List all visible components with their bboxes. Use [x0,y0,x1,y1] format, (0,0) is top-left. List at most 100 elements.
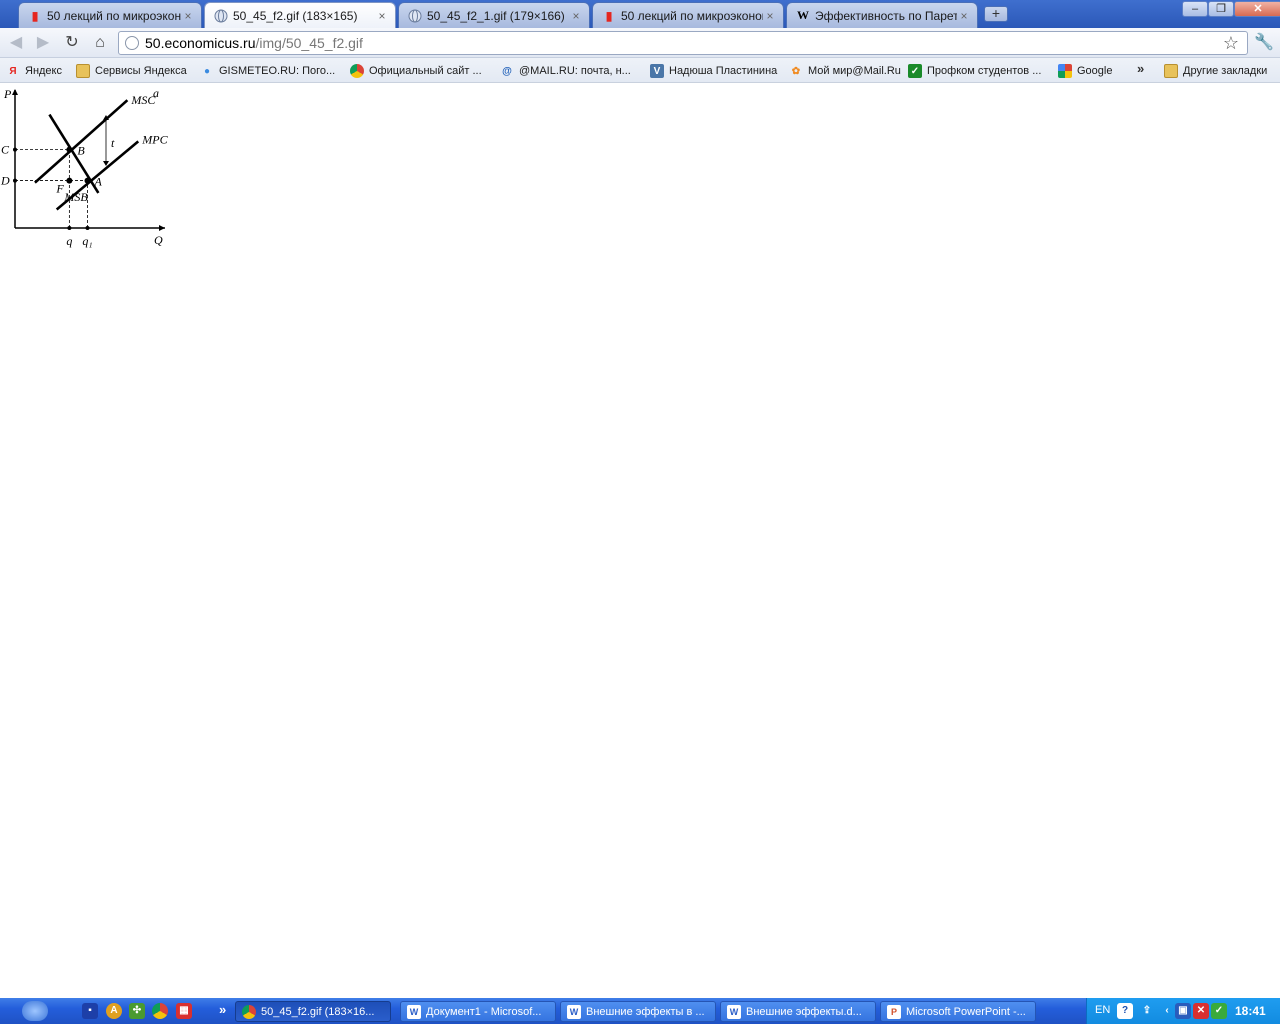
google-icon [1058,64,1072,78]
point-label-a: A [94,175,103,189]
calendar-icon[interactable]: ▦ [176,1003,192,1019]
tab-pareto[interactable]: W Эффективность по Парето - × [786,2,978,28]
chart-axes [12,89,165,231]
bookmark-label: Google [1077,65,1113,77]
close-window-button[interactable]: ✕ [1234,1,1280,17]
task-word-document1[interactable]: W Документ1 - Microsof... [400,1001,556,1022]
chrome-icon [350,64,364,78]
tab-lectures-2[interactable]: ▮ 50 лекций по микроэкономик × [592,2,784,28]
bookmark-label: Официальный сайт ... [369,65,482,77]
system-tray: EN ? ⇪ ‹ ▣ ✕ ✓ 18:41 [1086,998,1280,1024]
bookmark-google[interactable]: Google [1058,62,1112,80]
word-icon: W [727,1004,741,1019]
bookmark-label: @MAIL.RU: почта, н... [519,65,631,77]
tab-image-2[interactable]: 50_45_f2_1.gif (179×166) × [398,2,590,28]
y-axis-arrow [12,89,18,95]
minimize-button[interactable]: – [1182,1,1208,17]
save-disk-icon[interactable]: ▪ [82,1003,98,1019]
url-path: /img/50_45_f2.gif [255,35,363,51]
task-label: Внешние эффекты в ... [586,1005,705,1018]
back-arrow-icon[interactable]: ◀ [5,32,27,54]
task-label: Документ1 - Microsof... [426,1005,542,1018]
bookmarks-bar: Я Яндекс Сервисы Яндекса ● GISMETEO.RU: По… [0,58,1280,83]
browser-toolbar: ◀ ▶ ↻ ⌂ 50.economicus.ru/img/50_45_f2.gi… [0,28,1280,58]
forward-arrow-icon[interactable]: ▶ [32,32,54,54]
y-tick-label-1: D [0,174,10,188]
chart-points [13,146,91,230]
maximize-button[interactable]: ❐ [1208,1,1234,17]
network-monitor-icon[interactable]: ▣ [1175,1003,1191,1019]
bookmark-label: Надюша Пластинина [669,65,778,77]
x-tick-dot-1 [85,226,90,230]
y-axis-label: P [3,87,12,101]
warning-icon[interactable]: A [106,1003,122,1019]
tab-close-icon[interactable]: × [569,9,583,23]
bookmark-label: Сервисы Яндекса [95,65,187,77]
tab-close-icon[interactable]: × [375,9,389,23]
vkontakte-icon: V [650,64,664,78]
chrome-icon[interactable] [152,1003,168,1019]
quick-launch-overflow-icon[interactable]: » [219,1002,226,1017]
url-host: 50.economicus.ru [145,35,256,51]
tab-current-image[interactable]: 50_45_f2.gif (183×165) × [204,2,396,28]
tab-title: 50 лекций по микроэкономик [47,8,181,23]
task-powerpoint[interactable]: P Microsoft PowerPoint -... [880,1001,1036,1022]
antivirus-icon[interactable]: ✕ [1193,1003,1209,1019]
tab-title: 50 лекций по микроэкономик [621,8,763,23]
page-info-icon[interactable] [125,36,139,50]
series-label-mpc: MPC [141,132,168,146]
mail-ru-icon: @ [502,65,512,77]
point-label-b: B [77,144,85,158]
new-tab-button[interactable]: + [984,6,1008,22]
wikipedia-icon: W [797,8,809,22]
task-word-externalities[interactable]: W Внешние эффекты в ... [560,1001,716,1022]
wrench-menu-icon[interactable]: 🔧 [1254,32,1274,54]
bookmark-moy-mir[interactable]: ✿ Мой мир@Mail.Ru [789,62,901,80]
tab-title: Эффективность по Парето - [815,8,957,23]
taskbar: ▪ A ✣ ▦ » 50_45_f2.gif (183×16... W Докум… [0,998,1280,1024]
help-icon[interactable]: ? [1117,1003,1133,1019]
shield-check-icon[interactable]: ✓ [1211,1003,1227,1019]
bookmark-label: GISMETEO.RU: Пого... [219,65,336,77]
folder-icon [76,64,90,78]
tab-close-icon[interactable]: × [763,9,777,23]
bookmark-star-icon[interactable]: ☆ [1223,33,1239,54]
language-indicator[interactable]: EN [1095,1004,1110,1016]
start-button[interactable] [22,1001,48,1021]
bookmark-profkom[interactable]: ✓ Профком студентов ... [908,62,1041,80]
tab-strip: ▮ 50 лекций по микроэкономик × 50_45_f2.… [0,0,1280,28]
globe-icon [213,8,229,24]
point-f [66,177,73,184]
bookmark-vk-profile[interactable]: V Надюша Пластинина [650,62,777,80]
yandex-icon: Я [9,65,17,77]
home-icon[interactable]: ⌂ [89,32,111,54]
bookmark-official-site[interactable]: Официальный сайт ... [350,62,482,80]
tray-chevron-icon[interactable]: ‹ [1159,1003,1175,1019]
tab-close-icon[interactable]: × [957,9,971,23]
reload-icon[interactable]: ↻ [61,32,83,54]
word-icon: W [567,1004,581,1019]
bookmark-yandex[interactable]: Я Яндекс [6,62,62,80]
externality-chart: PQaCDq q₁MSCMPCMSBBAFt [0,86,169,248]
weather-drop-icon: ● [203,65,211,77]
network-icon[interactable]: ✣ [129,1003,145,1019]
tab-lectures-1[interactable]: ▮ 50 лекций по микроэкономик × [18,2,202,28]
task-chrome[interactable]: 50_45_f2.gif (183×16... [235,1001,391,1022]
series-label-msc: MSC [130,93,156,107]
task-label: Microsoft PowerPoint -... [906,1005,1026,1018]
point-label-f: F [55,182,64,196]
y-tick-label-0: C [1,143,10,157]
task-word-externalities-doc[interactable]: W Внешние эффекты.d... [720,1001,876,1022]
bookmark-yandex-services[interactable]: Сервисы Яндекса [76,62,187,80]
bookmarks-overflow-icon[interactable]: » [1137,61,1144,76]
address-bar[interactable]: 50.economicus.ru/img/50_45_f2.gif ☆ [118,31,1248,55]
tab-close-icon[interactable]: × [181,9,195,23]
usb-icon[interactable]: ⇪ [1139,1003,1155,1019]
bookmark-gismeteo[interactable]: ● GISMETEO.RU: Пого... [200,62,335,80]
bookmark-label: Профком студентов ... [927,65,1042,77]
x-tick-label-1: q₁ [82,234,92,248]
red-book-icon: ▮ [31,8,39,23]
point-a [84,177,91,184]
bookmark-other[interactable]: Другие закладки [1164,62,1267,80]
bookmark-mail-ru[interactable]: @ @MAIL.RU: почта, н... [500,62,631,80]
